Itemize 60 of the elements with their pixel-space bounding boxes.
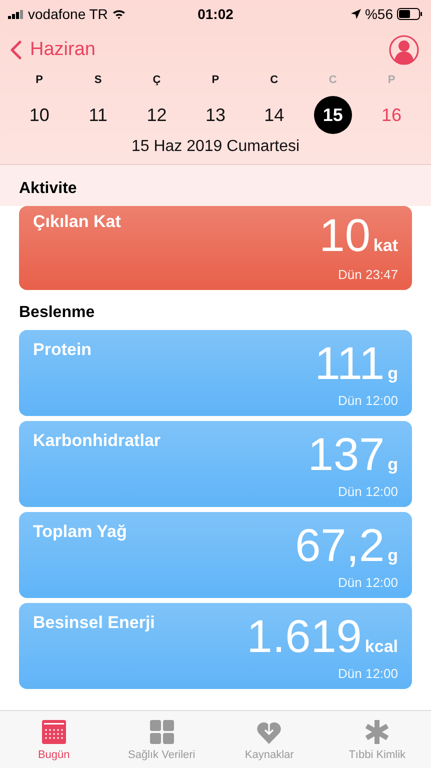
tab-item[interactable]: Sağlık Verileri [108,711,216,768]
card-unit: g [388,365,398,382]
section-title: Beslenme [19,303,96,323]
weekday-letter: P [388,74,396,86]
day-number[interactable]: 16 [372,96,411,134]
location-icon [350,9,361,19]
day-number[interactable]: 15 [314,96,352,134]
status-time: 01:02 [198,6,234,22]
card-unit: kat [373,237,398,254]
card-unit: g [388,456,398,473]
battery-icon [397,8,423,20]
day-number[interactable]: 12 [138,96,176,134]
day-number[interactable]: 14 [255,96,294,134]
card-title: Karbonhidratlar [33,431,161,452]
card-unit: g [388,547,398,564]
card-unit: kcal [364,638,398,655]
asterisk-icon [364,718,390,744]
signal-icon [8,10,24,18]
card-value: 137 [308,431,385,477]
calendar-icon [40,718,67,744]
card-value: 1.619 [246,613,362,659]
card-title: Toplam Yağ [33,522,127,543]
card-title: Çıkılan Kat [33,212,121,233]
tab-item[interactable]: Bugün [0,711,108,768]
card-title: Protein [33,340,92,361]
weekday-letter: C [328,74,337,86]
card-value: 10 [319,212,370,258]
weekday-letter: C [270,74,278,86]
chevron-left-icon [10,40,22,60]
tab-item[interactable]: Tıbbi Kimlik [323,711,431,768]
tab-item[interactable]: Kaynaklar [216,711,324,768]
weekday-letter: S [94,74,102,86]
data-card[interactable]: Çıkılan Kat 10 kat Dün 23:47 [19,206,412,290]
grid-icon [148,718,175,744]
profile-icon[interactable] [389,35,419,65]
card-time: Dün 12:00 [338,484,398,499]
back-button[interactable]: Haziran [10,39,96,61]
data-card[interactable]: Protein 111 g Dün 12:00 [19,330,412,416]
card-value: 111 [314,340,385,386]
wifi-icon [112,9,126,19]
day-number[interactable]: 11 [79,96,118,134]
card-title: Besinsel Enerji [33,613,155,634]
section-title: Aktivite [0,165,431,206]
battery-percent: %56 [364,6,393,22]
data-card[interactable]: Karbonhidratlar 137 g Dün 12:00 [19,421,412,507]
day-number[interactable]: 13 [196,96,234,134]
data-card[interactable]: Besinsel Enerji 1.619 kcal Dün 12:00 [19,603,412,689]
card-time: Dün 12:00 [338,575,398,590]
date-label: 15 Haz 2019 Cumartesi [130,138,301,156]
weekday-letter: P [212,74,220,86]
weekday-letter: P [36,74,44,86]
card-time: Dün 12:00 [338,393,398,408]
card-time: Dün 12:00 [338,666,398,681]
card-time: Dün 23:47 [338,267,398,282]
carrier: vodafone TR [28,6,108,22]
weekday-letter: Ç [152,74,161,86]
card-value: 67,2 [295,522,385,568]
data-card[interactable]: Toplam Yağ 67,2 g Dün 12:00 [19,512,412,598]
heart-arrow-icon [256,718,282,744]
day-number[interactable]: 10 [20,96,58,134]
